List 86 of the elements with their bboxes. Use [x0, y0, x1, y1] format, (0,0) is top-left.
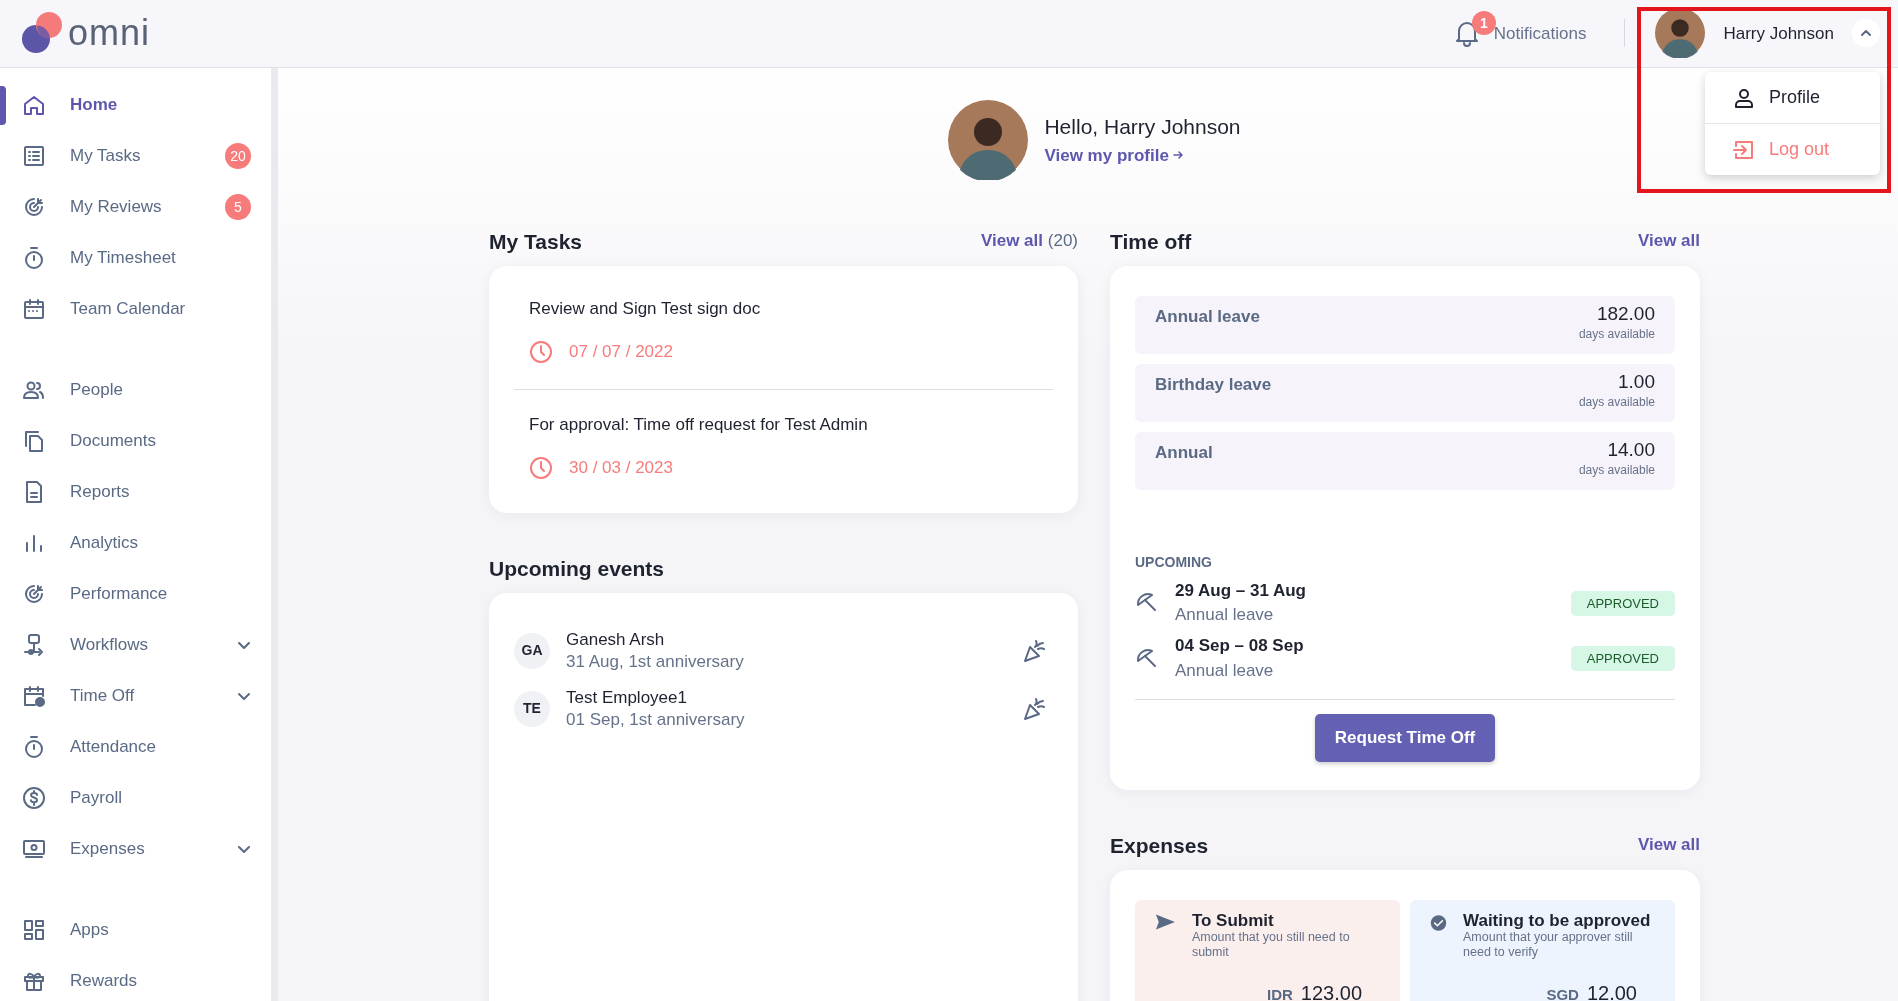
balance-unit: days available: [1578, 461, 1655, 479]
logout-icon: [1733, 138, 1755, 161]
calendar-clock-icon: [22, 684, 46, 709]
expense-title: Waiting to be approved: [1463, 911, 1652, 931]
sidebar-item[interactable]: Attendance: [0, 721, 271, 773]
balance-unit: days available: [1578, 393, 1655, 411]
sidebar-item[interactable]: Workflows: [0, 619, 271, 671]
sidebar-item[interactable]: Performance: [0, 568, 271, 620]
view-all-link[interactable]: View all: [1637, 832, 1700, 858]
balance-value: 1.00: [1617, 371, 1655, 393]
user-menu-button[interactable]: Harry Johnson: [1655, 8, 1880, 59]
initials-avatar: GA: [514, 632, 550, 669]
party-popper-icon[interactable]: [1022, 637, 1048, 664]
sidebar-item[interactable]: Team Calendar: [0, 283, 271, 335]
balance-tile: Annual 14.00 days available: [1135, 431, 1675, 490]
arrow-right-icon: [1172, 150, 1183, 161]
list-icon: [22, 144, 46, 169]
section-title: Time off: [1110, 228, 1192, 254]
event-detail: 01 Sep, 1st anniversary: [566, 709, 746, 731]
sidebar-item[interactable]: Analytics: [0, 517, 271, 569]
due-date: 30 / 03 / 2023: [569, 457, 673, 480]
logo-text: omni: [68, 15, 151, 52]
expense-amount: 123.00: [1300, 981, 1362, 1001]
initials-avatar: TE: [514, 691, 550, 727]
request-time-off-button[interactable]: Request Time Off: [1314, 714, 1496, 762]
view-all-link[interactable]: View all: [1637, 228, 1700, 254]
currency-code: IDR: [1267, 985, 1293, 1001]
avatar: [1655, 8, 1706, 59]
leave-dates: 29 Aug – 31 Aug: [1175, 579, 1307, 602]
balance-value: 182.00: [1595, 303, 1655, 325]
leave-dates: 04 Sep – 08 Sep: [1175, 635, 1305, 657]
balance-tile: Annual leave 182.00 days available: [1135, 295, 1675, 354]
sidebar-item[interactable]: My Timesheet: [0, 232, 271, 284]
count-badge: 5: [225, 194, 251, 221]
home-icon: [22, 93, 46, 118]
task-title: Review and Sign Test sign doc: [529, 297, 762, 320]
leave-type: Annual leave: [1175, 659, 1275, 682]
calendar-icon: [22, 297, 46, 322]
person-name: Ganesh Arsh: [566, 628, 666, 651]
currency-code: SGD: [1546, 985, 1579, 1001]
sidebar-item[interactable]: Apps: [0, 904, 271, 956]
menu-item[interactable]: Profile: [1705, 72, 1880, 123]
flowchart-icon: [22, 633, 46, 658]
stopwatch-icon: [22, 735, 46, 760]
person-name: Test Employee1: [566, 686, 688, 709]
expense-description: Amount that you still need to submit: [1191, 930, 1351, 961]
status-badge: APPROVED: [1570, 590, 1675, 617]
stopwatch-icon: [22, 246, 46, 271]
sidebar-item[interactable]: Reports: [0, 466, 271, 518]
dollar-icon: [22, 786, 46, 811]
sidebar-item[interactable]: Time Off: [0, 670, 271, 722]
view-all-link[interactable]: View all (20): [980, 228, 1078, 254]
party-popper-icon[interactable]: [1022, 696, 1048, 722]
apps-icon: [22, 918, 46, 943]
bell-icon: [1453, 19, 1480, 48]
status-badge: APPROVED: [1570, 645, 1675, 672]
due-date: 07 / 07 / 2022: [569, 341, 673, 364]
greeting-title: Hello, Harry Johnson: [1044, 114, 1241, 141]
sidebar-item[interactable]: Expenses: [0, 823, 271, 875]
section-title: Expenses: [1110, 832, 1209, 858]
event-detail: 31 Aug, 1st anniversary: [566, 650, 745, 673]
sidebar-item[interactable]: Documents: [0, 415, 271, 467]
balance-tile: Birthday leave 1.00 days available: [1135, 363, 1675, 422]
leave-type: Annual leave: [1175, 604, 1275, 627]
sidebar-item[interactable]: My Tasks 20: [0, 130, 271, 182]
clock-icon: [529, 455, 553, 480]
sidebar-item[interactable]: Rewards: [0, 955, 271, 1001]
sidebar-item[interactable]: People: [0, 364, 271, 416]
task-title: For approval: Time off request for Test Admin: [529, 413, 869, 436]
balance-unit: days available: [1578, 325, 1655, 343]
section-title: Upcoming events: [489, 555, 665, 581]
documents-icon: [22, 429, 46, 454]
expense-description: Amount that your approver still need to verify: [1463, 930, 1634, 961]
notification-count: 1: [1471, 11, 1496, 36]
clock-icon: [529, 339, 553, 364]
count-badge: 20: [225, 143, 251, 170]
section-title: My Tasks: [489, 228, 582, 254]
sidebar-item[interactable]: Home: [0, 79, 271, 131]
sidebar-item[interactable]: Payroll: [0, 772, 271, 824]
profile-link[interactable]: View my profile: [1044, 142, 1183, 169]
balance-value: 14.00: [1606, 439, 1655, 461]
upcoming-label: UPCOMING: [1135, 552, 1213, 572]
sidebar-item[interactable]: My Reviews 5: [0, 181, 271, 233]
expense-amount: 12.00: [1586, 981, 1637, 1001]
person-icon: [1733, 86, 1755, 109]
expense-title: To Submit: [1191, 911, 1275, 931]
